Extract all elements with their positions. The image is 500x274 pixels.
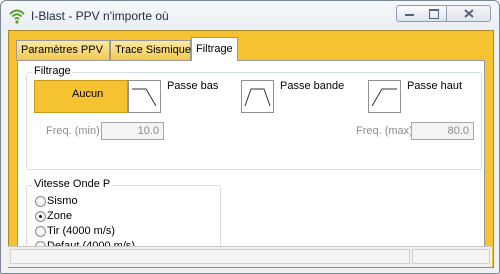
filter-band-pass-label: Passe bande [280, 80, 345, 92]
title-bar[interactable]: I-Blast - PPV n'importe où [1, 1, 499, 31]
radio-button-zone[interactable] [35, 211, 46, 222]
filter-high-pass-button[interactable] [368, 80, 401, 113]
tab-trace-sismique[interactable]: Trace Sismique [110, 40, 191, 60]
radio-tir-label: Tir (4000 m/s) [47, 225, 116, 237]
status-bar [8, 246, 492, 267]
wifi-signal-icon [9, 9, 25, 24]
window-title: I-Blast - PPV n'importe où [31, 9, 169, 23]
status-segment-right [412, 249, 490, 264]
filter-high-pass-label: Passe haut [407, 80, 463, 92]
main-panel: Paramètres PPV Trace Sismique Filtrage F… [8, 30, 494, 268]
freq-min-label: Freq. (min) [46, 125, 100, 137]
freq-min-input[interactable]: 10.0 [101, 122, 164, 140]
band-pass-filter-icon [244, 88, 271, 107]
tab-filtrage[interactable]: Filtrage [191, 37, 238, 61]
filter-low-pass-button[interactable] [128, 80, 161, 113]
radio-zone-label: Zone [47, 210, 73, 222]
close-icon [464, 9, 474, 18]
maximize-button[interactable] [421, 5, 447, 22]
tab-parametres-ppv[interactable]: Paramètres PPV [16, 40, 110, 60]
filter-band-pass-button[interactable] [241, 80, 274, 113]
radio-button-sismo[interactable] [35, 196, 46, 207]
vitesse-group-title: Vitesse Onde P [32, 178, 113, 190]
high-pass-filter-icon [371, 88, 397, 107]
filtrage-group-title: Filtrage [32, 65, 73, 77]
radio-button-tir[interactable] [35, 226, 46, 237]
filtrage-groupbox: Filtrage Aucun Passe bas Passe bande Pas… [26, 65, 482, 170]
status-segment-main [10, 249, 410, 264]
radio-sismo-label: Sismo [47, 195, 78, 207]
filter-none-label: Aucun [72, 88, 104, 100]
freq-max-input[interactable]: 80.0 [411, 122, 474, 140]
maximize-icon [429, 9, 439, 19]
filter-low-pass-label: Passe bas [167, 80, 219, 92]
app-window: I-Blast - PPV n'importe où Paramètres PP… [0, 0, 500, 274]
minimize-icon [405, 14, 414, 16]
filtrage-tab-panel: Filtrage Aucun Passe bas Passe bande Pas… [17, 60, 485, 262]
filter-none-button[interactable]: Aucun [34, 80, 128, 113]
close-button[interactable] [447, 5, 491, 22]
minimize-button[interactable] [396, 5, 422, 22]
freq-max-label: Freq. (max) [356, 125, 413, 137]
low-pass-filter-icon [132, 88, 157, 107]
